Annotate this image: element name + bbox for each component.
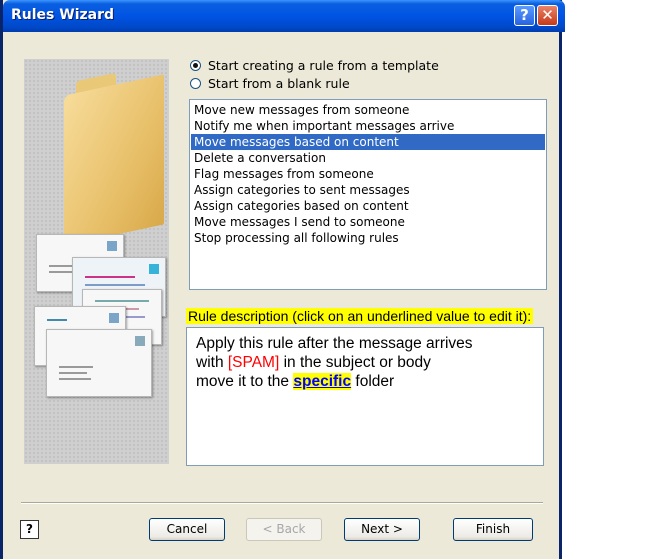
blank-rule-option-label: Start from a blank rule bbox=[208, 76, 350, 91]
list-item[interactable]: Assign categories based on content bbox=[191, 198, 545, 214]
description-text: in the subject or body bbox=[279, 354, 431, 371]
list-item[interactable]: Assign categories to sent messages bbox=[191, 182, 545, 198]
blank-rule-radio[interactable] bbox=[190, 78, 201, 89]
help-icon[interactable]: ? bbox=[20, 520, 39, 539]
finish-button[interactable]: Finish bbox=[453, 518, 533, 541]
description-text: folder bbox=[351, 373, 395, 390]
next-button[interactable]: Next > bbox=[344, 518, 420, 541]
list-item[interactable]: Notify me when important messages arrive bbox=[191, 118, 545, 134]
footer-separator bbox=[21, 502, 543, 504]
description-line-1: Apply this rule after the message arrive… bbox=[196, 335, 473, 352]
list-item[interactable]: Move new messages from someone bbox=[191, 102, 545, 118]
list-item-selected[interactable]: Move messages based on content bbox=[191, 134, 545, 150]
list-item[interactable]: Stop processing all following rules bbox=[191, 230, 545, 246]
back-button[interactable]: < Back bbox=[246, 518, 322, 541]
description-text: with bbox=[196, 354, 228, 371]
rule-description-label: Rule description (click on an underlined… bbox=[186, 308, 534, 324]
wizard-illustration bbox=[24, 59, 169, 464]
description-line-2: with [SPAM] in the subject or body bbox=[196, 353, 543, 372]
rules-wizard-dialog: Rules Wizard ? ✕ Start creating a rule f… bbox=[0, 0, 565, 559]
rule-description-box: Apply this rule after the message arrive… bbox=[186, 327, 544, 466]
envelope-graphic bbox=[46, 329, 152, 397]
title-bar[interactable]: Rules Wizard ? ✕ bbox=[3, 0, 565, 32]
list-item[interactable]: Move messages I send to someone bbox=[191, 214, 545, 230]
description-text: move it to the bbox=[196, 373, 294, 390]
help-title-button[interactable]: ? bbox=[514, 5, 535, 26]
description-line-3: move it to the specific folder bbox=[196, 372, 543, 391]
template-option-label: Start creating a rule from a template bbox=[208, 58, 439, 73]
cancel-button[interactable]: Cancel bbox=[149, 518, 225, 541]
template-list[interactable]: Move new messages from someone Notify me… bbox=[189, 99, 547, 290]
spam-value-link[interactable]: [SPAM] bbox=[228, 354, 279, 371]
window-title: Rules Wizard bbox=[11, 7, 115, 23]
list-item[interactable]: Delete a conversation bbox=[191, 150, 545, 166]
list-item[interactable]: Flag messages from someone bbox=[191, 166, 545, 182]
template-radio[interactable] bbox=[190, 60, 201, 71]
specific-folder-link[interactable]: specific bbox=[293, 373, 352, 390]
close-button[interactable]: ✕ bbox=[537, 5, 558, 26]
folder-graphic bbox=[64, 74, 164, 246]
